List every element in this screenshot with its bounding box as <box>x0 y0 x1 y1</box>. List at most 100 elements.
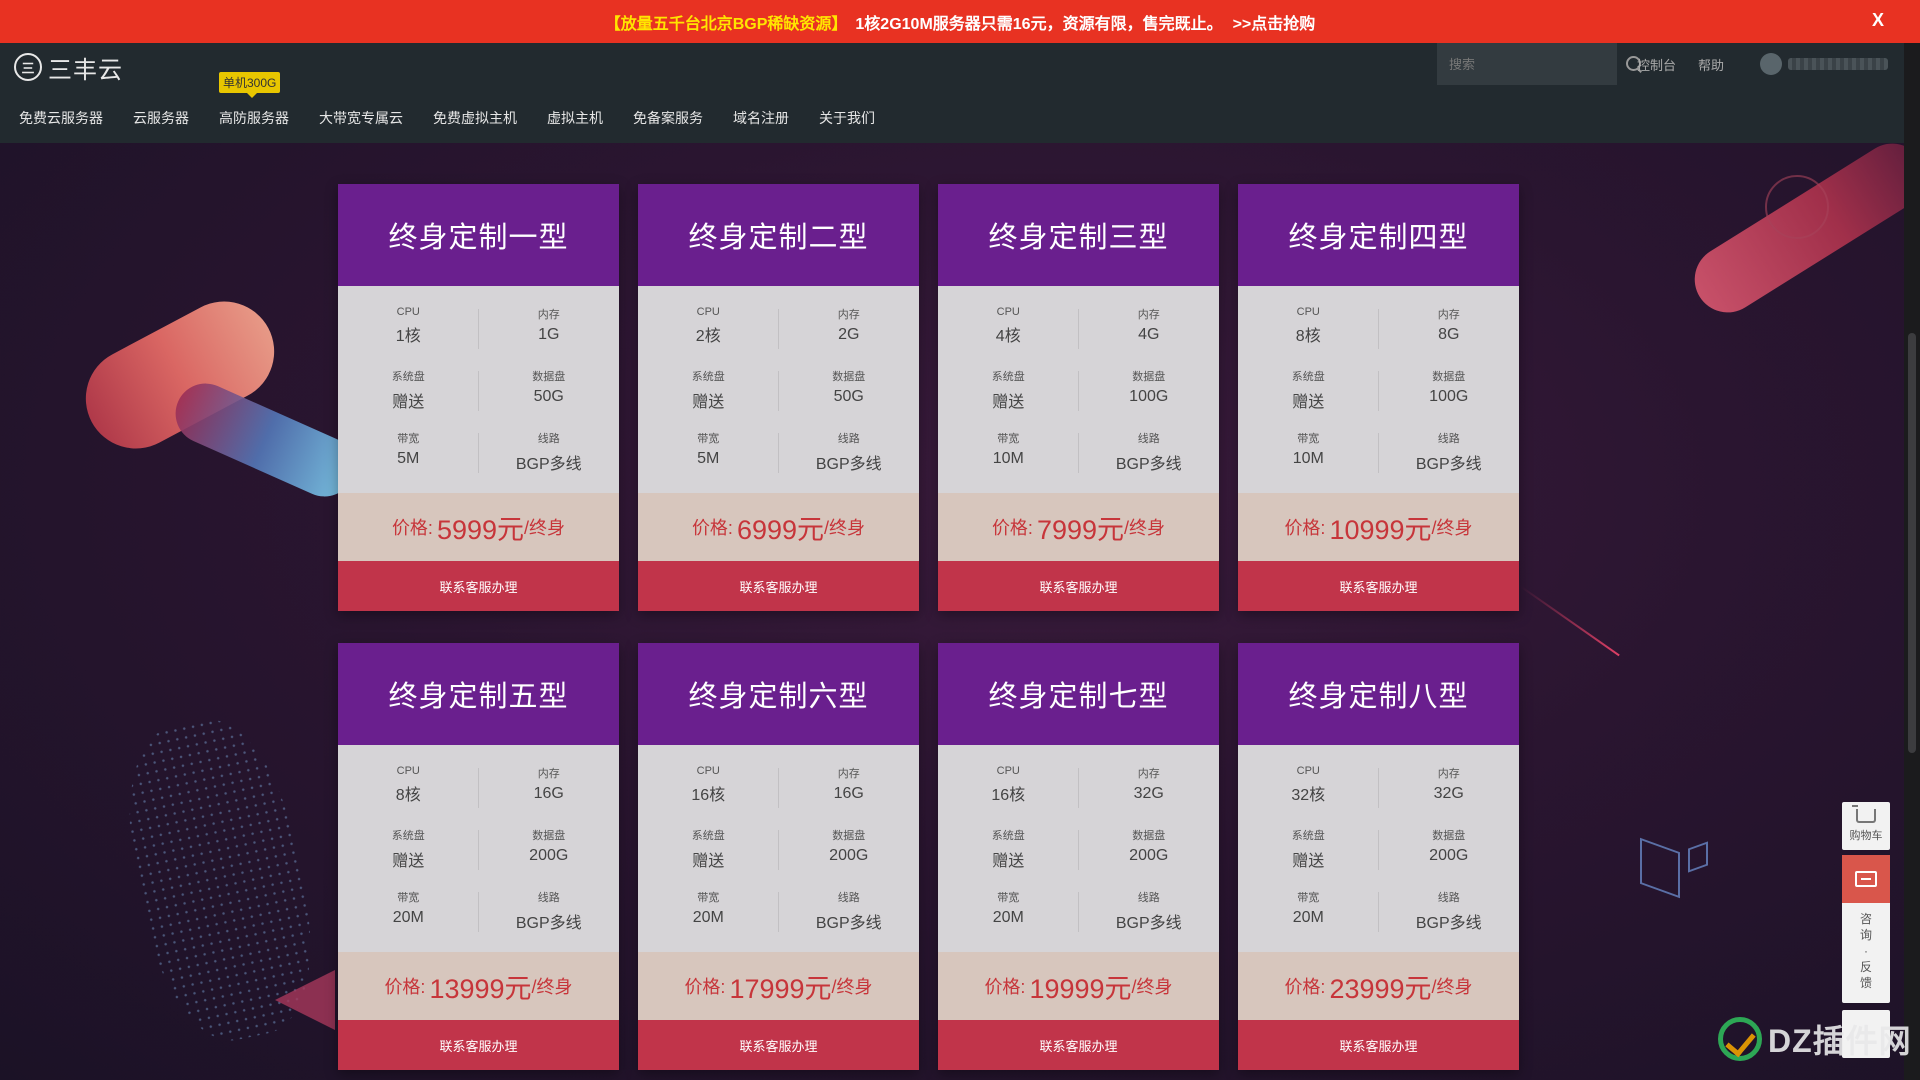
spec-label: 带宽 <box>397 892 420 904</box>
watermark-text: DZ插件网 <box>1768 1023 1912 1059</box>
decor-triangle <box>275 970 335 1030</box>
price-label: 价格: <box>391 518 433 538</box>
spec-label: 带宽 <box>697 433 720 445</box>
spec-data-disk: 数据盘 100G <box>1079 368 1220 430</box>
spec-value: 赠送 <box>1292 853 1325 870</box>
nav-item-cloud-server[interactable]: 云服务器 <box>133 108 189 128</box>
watermark: DZ插件网 <box>1718 1010 1912 1068</box>
contact-service-button[interactable]: 联系客服办理 <box>338 561 619 611</box>
price-label: 价格: <box>984 977 1026 997</box>
site-logo[interactable]: 三 三丰云 <box>14 51 123 84</box>
price-label: 价格: <box>684 977 726 997</box>
nav-item-about[interactable]: 关于我们 <box>819 108 875 128</box>
close-icon[interactable]: X <box>1872 10 1884 31</box>
spec-label: CPU <box>696 765 720 777</box>
search-input[interactable] <box>1449 56 1625 72</box>
spec-memory: 内存 32G <box>1379 765 1520 827</box>
product-title: 终身定制四型 <box>1238 184 1519 286</box>
spec-value: 100G <box>1429 388 1469 405</box>
product-card: 终身定制一型 CPU 1核 内存 1G 系统盘 赠送 数据盘 50G 带宽 5M <box>338 184 619 611</box>
product-specs: CPU 16核 内存 16G 系统盘 赠送 数据盘 200G 带宽 20M 线路… <box>638 745 919 952</box>
product-specs: CPU 8核 内存 8G 系统盘 赠送 数据盘 100G 带宽 10M 线路 B… <box>1238 286 1519 493</box>
price-label: 价格: <box>1284 977 1326 997</box>
product-title: 终身定制三型 <box>938 184 1219 286</box>
nav-item-domain[interactable]: 域名注册 <box>733 108 789 128</box>
scrollbar-thumb[interactable] <box>1908 333 1916 753</box>
consult-label: 咨询·反馈 <box>1859 912 1872 990</box>
avatar <box>1760 53 1782 75</box>
main-nav: 免费云服务器 云服务器 单机300G 高防服务器 大带宽专属云 免费虚拟主机 虚… <box>0 72 905 133</box>
product-card: 终身定制五型 CPU 8核 内存 16G 系统盘 赠送 数据盘 200G 带宽 … <box>338 643 619 1070</box>
spec-label: CPU <box>396 765 420 777</box>
check-logo-icon <box>1718 1017 1762 1061</box>
message-icon <box>1855 871 1877 887</box>
spec-data-disk: 数据盘 100G <box>1379 368 1520 430</box>
product-card: 终身定制三型 CPU 4核 内存 4G 系统盘 赠送 数据盘 100G 带宽 1… <box>938 184 1219 611</box>
contact-service-button[interactable]: 联系客服办理 <box>338 1020 619 1070</box>
spec-data-disk: 数据盘 50G <box>779 368 920 430</box>
spec-label: 内存 <box>1137 309 1160 321</box>
cart-button[interactable]: 购物车 <box>1842 802 1890 850</box>
spec-label: 系统盘 <box>391 830 425 842</box>
contact-service-button[interactable]: 联系客服办理 <box>1238 1020 1519 1070</box>
spec-system-disk: 系统盘 赠送 <box>338 368 479 430</box>
spec-label: 内存 <box>837 309 860 321</box>
scrollbar[interactable] <box>1904 43 1920 1080</box>
logo-text: 三丰云 <box>48 56 123 84</box>
consult-button[interactable]: 咨询·反馈 <box>1842 855 1890 1003</box>
nav-item-ddos-server[interactable]: 单机300G 高防服务器 <box>219 72 289 128</box>
contact-service-button[interactable]: 联系客服办理 <box>638 561 919 611</box>
price-value: 13999元 <box>429 973 532 1004</box>
spec-memory: 内存 8G <box>1379 306 1520 368</box>
spec-memory: 内存 2G <box>779 306 920 368</box>
contact-service-button[interactable]: 联系客服办理 <box>938 561 1219 611</box>
nav-item-no-icp[interactable]: 免备案服务 <box>633 108 703 128</box>
spec-value: 2G <box>838 326 860 343</box>
spec-label: 系统盘 <box>991 830 1025 842</box>
nav-item-vhost[interactable]: 虚拟主机 <box>547 108 603 128</box>
promo-banner[interactable]: 【放量五千台北京BGP稀缺资源】 1核2G10M服务器只需16元，资源有限，售完… <box>0 0 1920 43</box>
price-value: 19999元 <box>1029 973 1132 1004</box>
spec-value: 8G <box>1438 326 1460 343</box>
spec-label: 带宽 <box>397 433 420 445</box>
contact-service-button[interactable]: 联系客服办理 <box>1238 561 1519 611</box>
spec-value: 20M <box>1292 909 1324 926</box>
spec-value: BGP多线 <box>1115 915 1182 932</box>
nav-item-free-vhost[interactable]: 免费虚拟主机 <box>433 108 517 128</box>
spec-value: 200G <box>829 847 869 864</box>
spec-memory: 内存 4G <box>1079 306 1220 368</box>
spec-system-disk: 系统盘 赠送 <box>938 368 1079 430</box>
spec-bandwidth: 带宽 10M <box>938 430 1079 492</box>
product-title: 终身定制六型 <box>638 643 919 745</box>
spec-cpu: CPU 4核 <box>938 306 1079 368</box>
spec-cpu: CPU 2核 <box>638 306 779 368</box>
nav-item-free-cloud[interactable]: 免费云服务器 <box>19 108 103 128</box>
product-price: 价格: 17999元 /终身 <box>638 952 919 1020</box>
contact-service-button[interactable]: 联系客服办理 <box>938 1020 1219 1070</box>
spec-label: 数据盘 <box>1432 830 1466 842</box>
spec-value: 赠送 <box>992 853 1025 870</box>
promo-link[interactable]: >>点击抢购 <box>1233 10 1316 34</box>
spec-value: 200G <box>529 847 569 864</box>
spec-value: 10M <box>992 450 1024 467</box>
nav-item-bandwidth-cloud[interactable]: 大带宽专属云 <box>319 108 403 128</box>
price-value: 17999元 <box>729 973 832 1004</box>
product-title: 终身定制八型 <box>1238 643 1519 745</box>
console-link[interactable]: 控制台 <box>1637 55 1676 74</box>
spec-system-disk: 系统盘 赠送 <box>638 827 779 889</box>
decor-box-small <box>1688 841 1708 873</box>
product-specs: CPU 8核 内存 16G 系统盘 赠送 数据盘 200G 带宽 20M 线路 … <box>338 745 619 952</box>
price-unit: /终身 <box>1431 977 1473 997</box>
help-link[interactable]: 帮助 <box>1698 55 1724 74</box>
contact-service-button[interactable]: 联系客服办理 <box>638 1020 919 1070</box>
spec-label: 数据盘 <box>1132 830 1166 842</box>
spec-cpu: CPU 1核 <box>338 306 479 368</box>
consult-header <box>1842 855 1890 903</box>
product-card: 终身定制四型 CPU 8核 内存 8G 系统盘 赠送 数据盘 100G 带宽 1… <box>1238 184 1519 611</box>
spec-line: 线路 BGP多线 <box>479 430 620 492</box>
spec-label: 线路 <box>1437 892 1460 904</box>
spec-label: 数据盘 <box>832 371 866 383</box>
user-account[interactable] <box>1760 51 1890 77</box>
spec-label: 内存 <box>1137 768 1160 780</box>
spec-value: 赠送 <box>392 394 425 411</box>
